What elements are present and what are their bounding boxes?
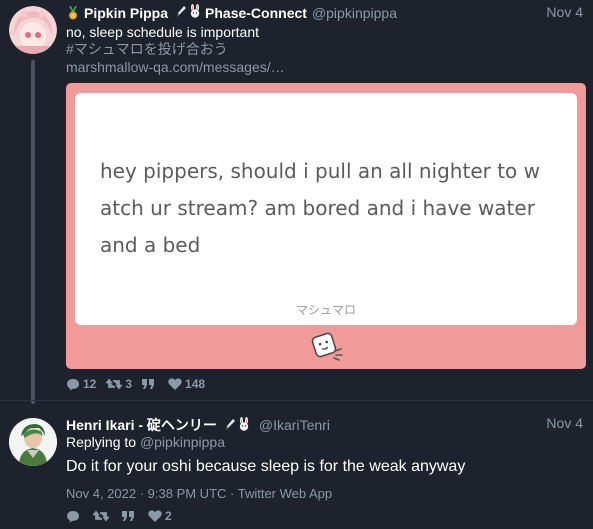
- like-count: 148: [185, 377, 206, 391]
- quote-button[interactable]: [142, 379, 158, 389]
- medal-icon: [66, 5, 80, 20]
- thread-line: [31, 60, 35, 404]
- tweet-date[interactable]: Nov 4: [546, 415, 583, 431]
- reply-count: 12: [83, 377, 97, 391]
- display-name[interactable]: Pipkin Pippa: [84, 5, 168, 21]
- reply-text: Do it for your oshi because sleep is for…: [66, 458, 466, 475]
- tweet-text: no, sleep schedule is important: [66, 24, 259, 40]
- quote-button[interactable]: [122, 511, 138, 521]
- affiliation-name: Phase-Connect: [205, 4, 307, 21]
- link-card[interactable]: hey pippers, should i pull an all nighte…: [66, 83, 586, 369]
- reply-actions: 2: [66, 509, 172, 523]
- card-question-text: hey pippers, should i pull an all nighte…: [100, 159, 540, 257]
- reply-header: Henri Ikari - 碇ヘンリー @IkariTenri Nov 4: [66, 415, 585, 433]
- tweet-divider: [0, 400, 593, 401]
- reply-timestamp[interactable]: Nov 4, 2022 · 9:38 PM UTC · Twitter Web …: [66, 485, 332, 502]
- like-button[interactable]: 148: [168, 377, 205, 391]
- heart-icon: [148, 510, 162, 522]
- card-footer-label: マシュマロ: [295, 303, 356, 317]
- retweet-button[interactable]: [93, 510, 112, 522]
- reply-icon: [67, 378, 79, 390]
- quote-icon: [122, 511, 134, 521]
- like-button[interactable]: 2: [148, 509, 172, 523]
- user-handle[interactable]: @pipkinpippa: [312, 5, 397, 21]
- like-count: 2: [165, 509, 172, 523]
- reply-button[interactable]: 12: [66, 377, 96, 391]
- marshmallow-link[interactable]: marshmallow-qa.com/messages/…: [66, 59, 285, 76]
- pen-icon: [175, 4, 187, 21]
- pen-icon: [224, 417, 236, 434]
- display-name[interactable]: Henri Ikari - 碇ヘンリー: [66, 415, 217, 435]
- heart-icon: [168, 378, 182, 390]
- reply-button[interactable]: [66, 510, 83, 523]
- rabbit-icon: [237, 416, 251, 434]
- hashtag-link[interactable]: #マシュマロを投げ合おう: [66, 41, 228, 58]
- avatar-henri-ikari[interactable]: [9, 418, 57, 466]
- tweet-main: Pipkin Pippa Phase-Connect @pipkinpippa …: [0, 0, 593, 404]
- retweet-icon: [93, 510, 109, 522]
- rabbit-icon: [188, 4, 202, 21]
- retweet-button[interactable]: 3: [106, 377, 132, 391]
- retweet-count: 3: [125, 377, 133, 391]
- tweet-date[interactable]: Nov 4: [546, 4, 583, 20]
- tweet-actions: 12 3 148: [66, 377, 205, 391]
- tweet-reply: Henri Ikari - 碇ヘンリー @IkariTenri Nov 4 Re…: [0, 402, 593, 529]
- replying-to-label: Replying to: [66, 434, 137, 450]
- marshmallow-icon: [308, 329, 344, 363]
- replying-to-line: Replying to @pipkinpippa: [66, 434, 225, 451]
- retweet-icon: [106, 378, 123, 390]
- avatar-pipkin-pippa[interactable]: [9, 6, 57, 54]
- quote-icon: [142, 379, 155, 389]
- reply-icon: [67, 510, 79, 522]
- tweet-header: Pipkin Pippa Phase-Connect @pipkinpippa …: [66, 4, 585, 22]
- replying-to-mention[interactable]: @pipkinpippa: [140, 434, 225, 450]
- user-handle[interactable]: @IkariTenri: [259, 417, 330, 433]
- card-question-box: hey pippers, should i pull an all nighte…: [75, 93, 577, 325]
